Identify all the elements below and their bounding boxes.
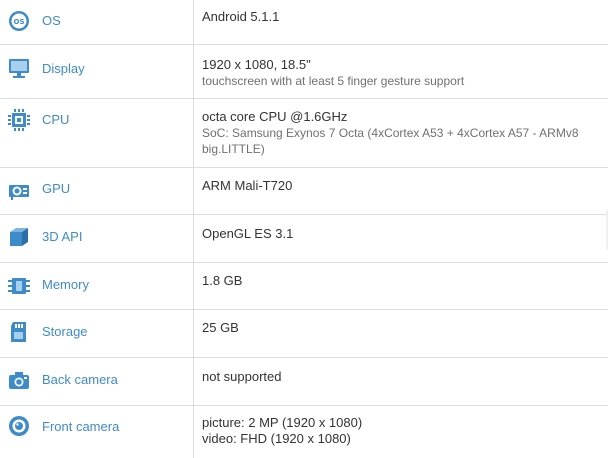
spec-label-os: OS [42, 13, 61, 28]
spec-row-gpu: GPU ARM Mali-T720 [0, 168, 608, 215]
spec-label-cell: Back camera [0, 358, 194, 405]
display-icon [9, 59, 29, 78]
spec-label-cell: Display [0, 45, 194, 98]
spec-row-back-camera: Back camera not supported [0, 358, 608, 406]
spec-row-memory: Memory 1.8 GB [0, 263, 608, 310]
spec-label-cell: GPU [0, 168, 194, 214]
spec-value-storage: 25 GB [202, 320, 239, 335]
spec-label-cell: OS OS [0, 0, 194, 44]
spec-label-cell: Memory [0, 263, 194, 309]
spec-row-front-camera: Front camera picture: 2 MP (1920 x 1080)… [0, 406, 608, 458]
spec-label-display: Display [42, 61, 85, 76]
spec-value-display: 1920 x 1080, 18.5" touchscreen with at l… [202, 57, 465, 88]
spec-row-cpu: CPU octa core CPU @1.6GHz SoC: Samsung E… [0, 99, 608, 168]
spec-row-display: Display 1920 x 1080, 18.5" touchscreen w… [0, 45, 608, 99]
spec-label-3d-api: 3D API [42, 229, 83, 244]
spec-row-os: OS OS Android 5.1.1 [0, 0, 608, 45]
memory-icon [8, 278, 30, 294]
spec-label-cell: 3D API [0, 215, 194, 262]
spec-label-cell: Front camera [0, 406, 194, 458]
front-camera-icon [9, 416, 29, 436]
cube-icon [10, 228, 28, 246]
spec-value-front-camera: picture: 2 MP (1920 x 1080) video: FHD (… [202, 415, 363, 446]
spec-value-back-camera: not supported [202, 369, 282, 384]
gpu-icon [9, 185, 29, 200]
cpu-icon [8, 109, 30, 131]
spec-label-memory: Memory [42, 277, 89, 292]
os-icon: OS [9, 11, 29, 31]
spec-value-cpu: octa core CPU @1.6GHz SoC: Samsung Exyno… [202, 109, 579, 156]
spec-label-storage: Storage [42, 324, 88, 339]
spec-row-3d-api: 3D API OpenGL ES 3.1 [0, 215, 608, 263]
spec-value-3d-api: OpenGL ES 3.1 [202, 226, 294, 241]
svg-text:OS: OS [14, 18, 25, 26]
spec-row-storage: Storage 25 GB [0, 310, 608, 358]
spec-label-cell: Storage [0, 310, 194, 357]
spec-value-gpu: ARM Mali-T720 [202, 178, 293, 193]
spec-label-gpu: GPU [42, 181, 71, 196]
spec-label-front-camera: Front camera [42, 419, 120, 434]
spec-value-os: Android 5.1.1 [202, 9, 280, 24]
spec-value-memory: 1.8 GB [202, 273, 243, 288]
camera-icon [9, 372, 29, 389]
spec-label-back-camera: Back camera [42, 372, 118, 387]
spec-table: OS OS Android 5.1.1 Display 1920 x 1080,… [0, 0, 608, 458]
spec-label-cell: CPU [0, 99, 194, 167]
spec-label-cpu: CPU [42, 112, 70, 127]
storage-icon [11, 322, 26, 342]
